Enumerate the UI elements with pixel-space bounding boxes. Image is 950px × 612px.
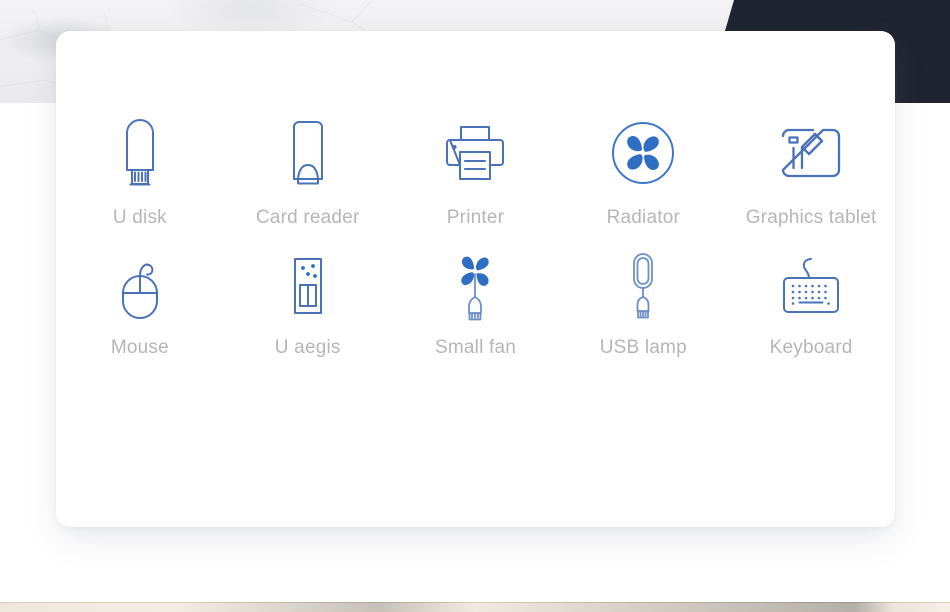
feature-label: Small fan <box>434 337 516 358</box>
mouse-icon <box>114 249 166 323</box>
feature-item-keyboard[interactable]: Keyboard <box>727 249 895 367</box>
feature-item-small-fan[interactable]: Small fan <box>392 249 560 367</box>
feature-label: Printer <box>446 207 505 228</box>
feature-label: U aegis <box>274 337 341 358</box>
feature-item-mouse[interactable]: Mouse <box>56 249 224 367</box>
feature-grid: U disk Card reader Printer Radiator Grap… <box>56 31 895 527</box>
feature-card: U disk Card reader Printer Radiator Grap… <box>56 31 895 527</box>
feature-label: Card reader <box>255 207 360 228</box>
feature-item-radiator[interactable]: Radiator <box>559 115 727 249</box>
usb-flash-drive-icon <box>119 115 161 191</box>
feature-label: Mouse <box>110 337 169 358</box>
screenshot-stage: U disk Card reader Printer Radiator Grap… <box>0 0 950 612</box>
feature-item-u-disk[interactable]: U disk <box>56 115 224 249</box>
feature-item-graphics-tablet[interactable]: Graphics tablet <box>727 115 895 249</box>
feature-item-u-aegis[interactable]: U aegis <box>224 249 392 367</box>
bottom-surface-strip <box>0 602 950 612</box>
feature-label: USB lamp <box>599 337 687 358</box>
printer-icon <box>444 115 506 191</box>
card-reader-icon <box>285 115 331 191</box>
u-aegis-device-icon <box>289 249 327 323</box>
fan-radiator-icon <box>611 115 675 191</box>
feature-label: Radiator <box>606 207 680 228</box>
feature-label: Graphics tablet <box>745 207 877 228</box>
graphics-tablet-icon <box>779 115 843 191</box>
feature-item-card-reader[interactable]: Card reader <box>224 115 392 249</box>
usb-lamp-icon <box>626 249 660 323</box>
feature-item-printer[interactable]: Printer <box>392 115 560 249</box>
small-fan-icon <box>447 249 503 323</box>
feature-label: U disk <box>112 207 167 228</box>
feature-label: Keyboard <box>769 337 853 358</box>
keyboard-icon <box>780 249 842 323</box>
feature-item-usb-lamp[interactable]: USB lamp <box>559 249 727 367</box>
